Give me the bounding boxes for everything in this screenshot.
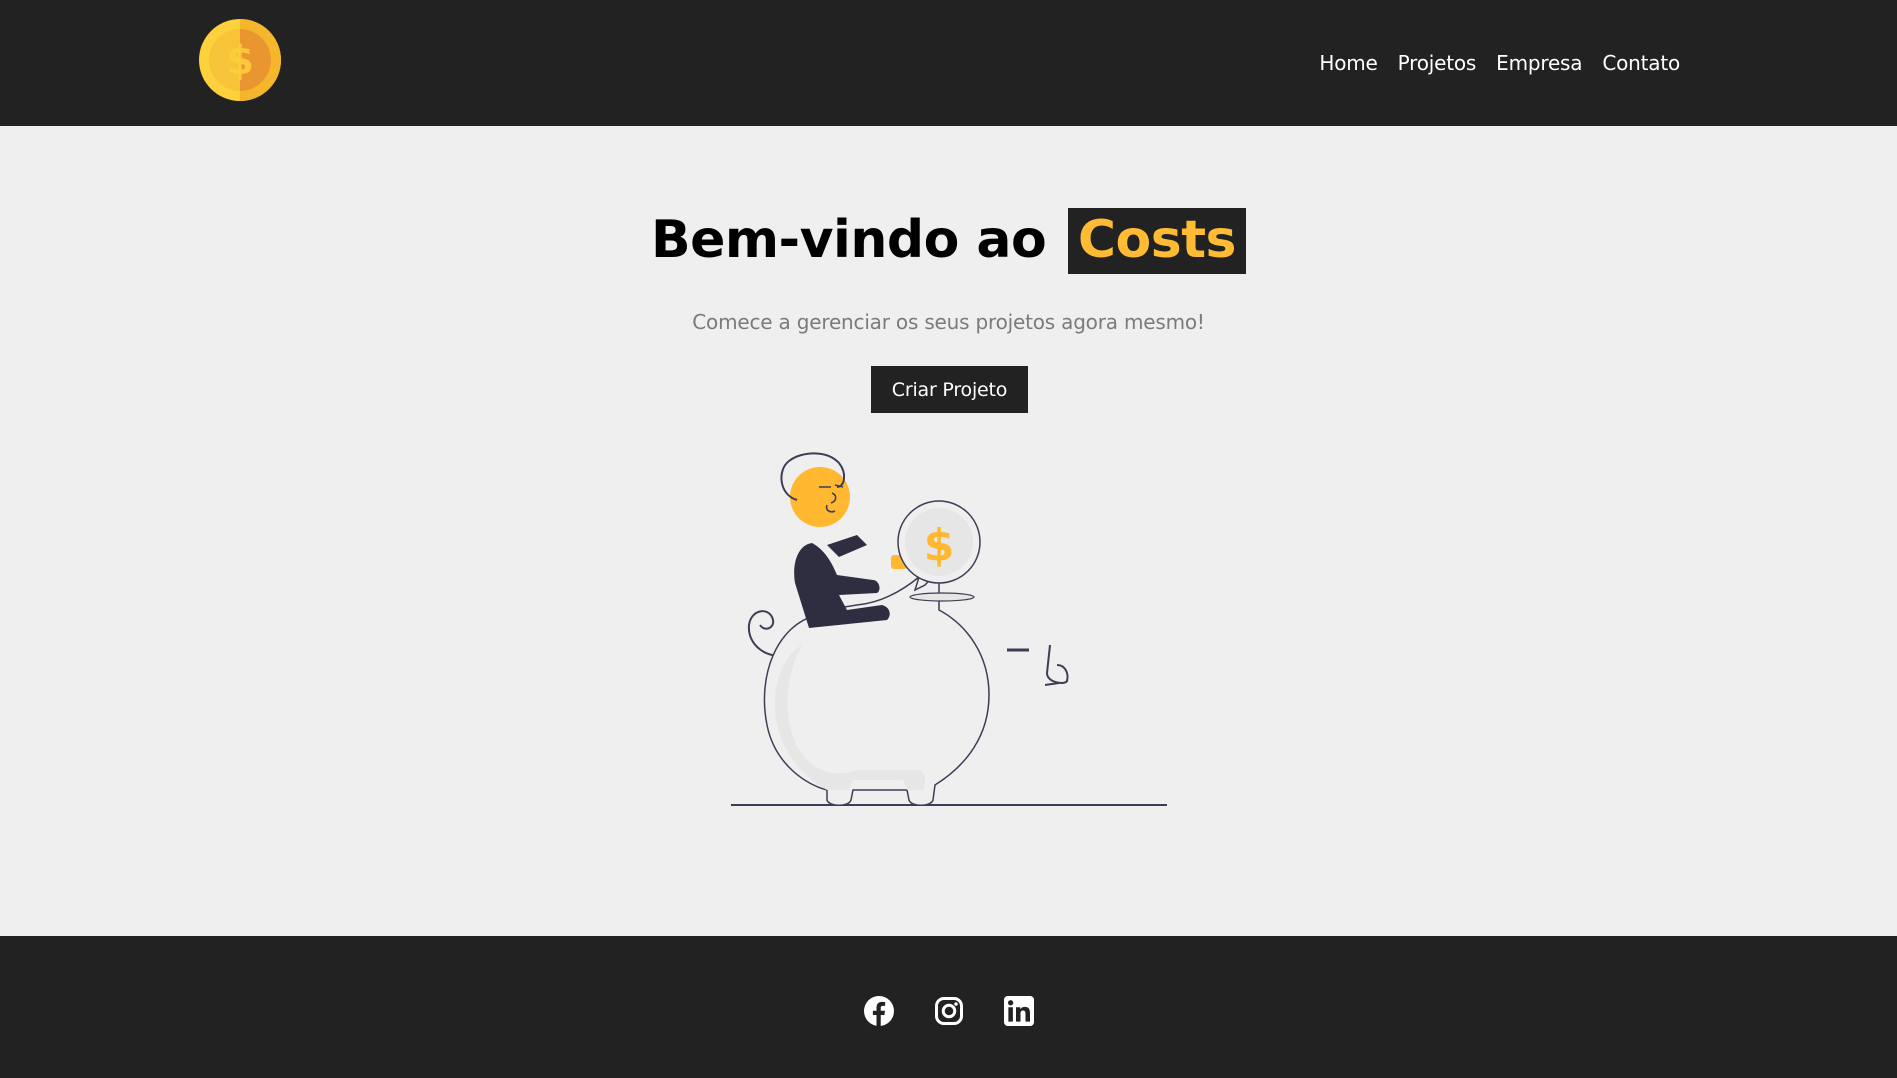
social-links xyxy=(0,996,1897,1026)
svg-text:$: $ xyxy=(226,38,254,84)
navbar: $ Home Projetos Empresa Contato xyxy=(0,0,1897,126)
nav-link-projetos[interactable]: Projetos xyxy=(1398,51,1477,75)
nav-item-empresa: Empresa xyxy=(1496,51,1582,75)
nav-item-contato: Contato xyxy=(1602,51,1680,75)
create-project-button[interactable]: Criar Projeto xyxy=(871,366,1028,413)
piggy-bank-savings-illustration: $ xyxy=(731,452,1167,806)
dollar-coin-logo[interactable]: $ xyxy=(199,19,281,101)
instagram-icon[interactable] xyxy=(934,996,964,1026)
svg-text:$: $ xyxy=(924,520,955,571)
linkedin-icon[interactable] xyxy=(1003,996,1034,1026)
nav-link-empresa[interactable]: Empresa xyxy=(1496,51,1582,75)
nav-item-projetos: Projetos xyxy=(1398,51,1477,75)
nav-menu: Home Projetos Empresa Contato xyxy=(1319,0,1680,126)
footer xyxy=(0,936,1897,1078)
nav-link-contato[interactable]: Contato xyxy=(1602,51,1680,75)
title-prefix: Bem-vindo ao xyxy=(650,210,1047,270)
page-subtitle: Comece a gerenciar os seus projetos agor… xyxy=(692,310,1205,334)
nav-item-home: Home xyxy=(1319,51,1377,75)
facebook-icon[interactable] xyxy=(863,996,894,1026)
nav-link-home[interactable]: Home xyxy=(1319,51,1377,75)
brand-name: Costs xyxy=(1067,208,1247,274)
page-title: Bem-vindo ao Costs xyxy=(0,208,1897,274)
